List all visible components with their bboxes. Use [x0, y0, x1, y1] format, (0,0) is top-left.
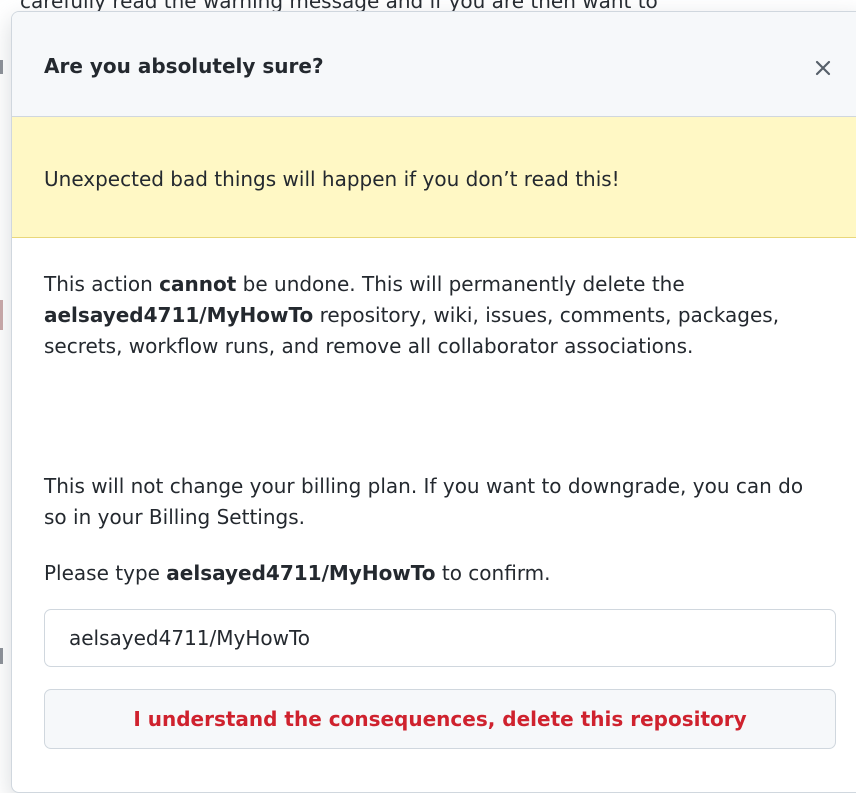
billing-note: This will not change your billing plan. …: [44, 474, 804, 529]
dialog-header: Are you absolutely sure?: [12, 12, 856, 117]
delete-repository-button[interactable]: I understand the consequences, delete th…: [44, 689, 836, 749]
confirm-instruction-text: to confirm.: [435, 561, 551, 585]
deletion-description-text: This action: [44, 272, 160, 296]
close-icon: [815, 60, 831, 76]
warning-banner: Unexpected bad things will happen if you…: [12, 117, 856, 238]
confirm-instruction-text: Please type: [44, 561, 167, 585]
confirm-repository-input[interactable]: [44, 609, 836, 667]
delete-repository-dialog: Are you absolutely sure? Unexpected bad …: [11, 11, 856, 793]
cannot-emphasis: cannot: [159, 272, 237, 296]
confirm-repository-name: aelsayed4711/MyHowTo: [166, 561, 436, 585]
confirm-instruction: Please type aelsayed4711/MyHowTo to conf…: [44, 558, 814, 589]
background-mark: [0, 648, 3, 664]
close-button[interactable]: [809, 54, 837, 82]
background-mark: [0, 300, 3, 330]
dialog-title: Are you absolutely sure?: [44, 54, 324, 78]
repository-name: aelsayed4711/MyHowTo: [44, 303, 314, 327]
background-mark: [0, 60, 3, 74]
deletion-description-text: be undone. This will permanently delete …: [236, 272, 685, 296]
warning-text: Unexpected bad things will happen if you…: [44, 167, 620, 191]
deletion-description: This action cannot be undone. This will …: [44, 269, 814, 362]
